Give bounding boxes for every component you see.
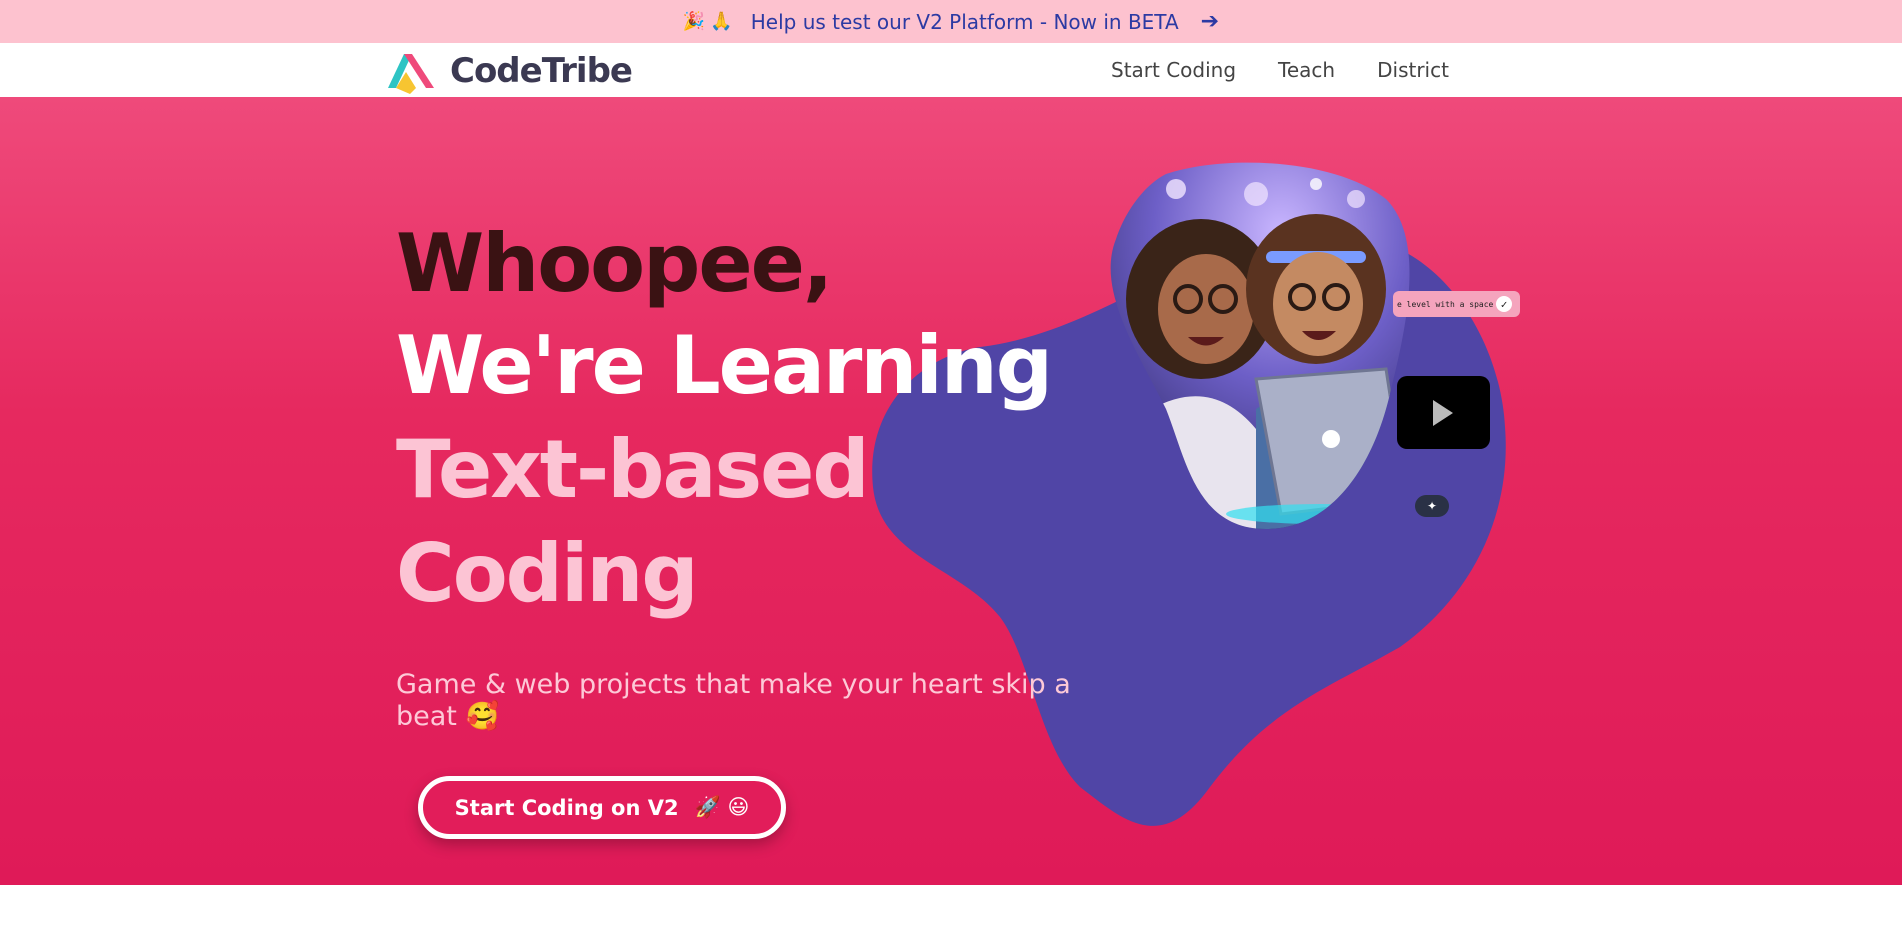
- arrow-right-icon[interactable]: ➔: [1201, 9, 1219, 34]
- play-icon[interactable]: [1433, 400, 1453, 426]
- check-icon: ✓: [1496, 296, 1512, 312]
- celebration-emoji: 🎉 🙏: [682, 11, 733, 31]
- nav-links: Start Coding Teach District: [1111, 43, 1491, 97]
- nav-district[interactable]: District: [1377, 58, 1449, 82]
- start-coding-v2-button[interactable]: Start Coding on V2 🚀 😃: [418, 776, 786, 839]
- banner-text[interactable]: Help us test our V2 Platform - Now in BE…: [751, 10, 1179, 34]
- nav-teach[interactable]: Teach: [1278, 58, 1335, 82]
- video-play-button[interactable]: [1397, 376, 1490, 449]
- girls-coding-illustration: [1110, 162, 1410, 529]
- code-snippet-chip: e level with a space ✓: [1393, 291, 1520, 317]
- headline-line-4: Coding: [396, 527, 699, 620]
- announcement-banner[interactable]: 🎉 🙏 Help us test our V2 Platform - Now i…: [0, 0, 1902, 43]
- headline-line-1: Whoopee,: [396, 217, 833, 310]
- codetribe-logo-icon: [388, 54, 434, 94]
- cta-label: Start Coding on V2: [454, 795, 679, 820]
- nav-start-coding[interactable]: Start Coding: [1111, 58, 1236, 82]
- logo[interactable]: CodeTribe: [382, 48, 633, 94]
- purple-blob-decoration: [872, 235, 1506, 826]
- chip-label: e level with a space: [1397, 299, 1494, 309]
- hero-subtitle: Game & web projects that make your heart…: [396, 669, 1071, 732]
- hero-section: e level with a space ✓ ✦ Whoopee, We're …: [0, 97, 1902, 885]
- headline-line-3: Text-based: [396, 423, 870, 516]
- logo-text: CodeTribe: [450, 51, 633, 91]
- headline-line-2: We're Learning: [396, 319, 1053, 412]
- rocket-smile-emoji: 🚀 😃: [694, 795, 750, 819]
- top-navigation: CodeTribe Start Coding Teach District: [0, 43, 1902, 98]
- magic-wand-icon[interactable]: ✦: [1415, 495, 1449, 517]
